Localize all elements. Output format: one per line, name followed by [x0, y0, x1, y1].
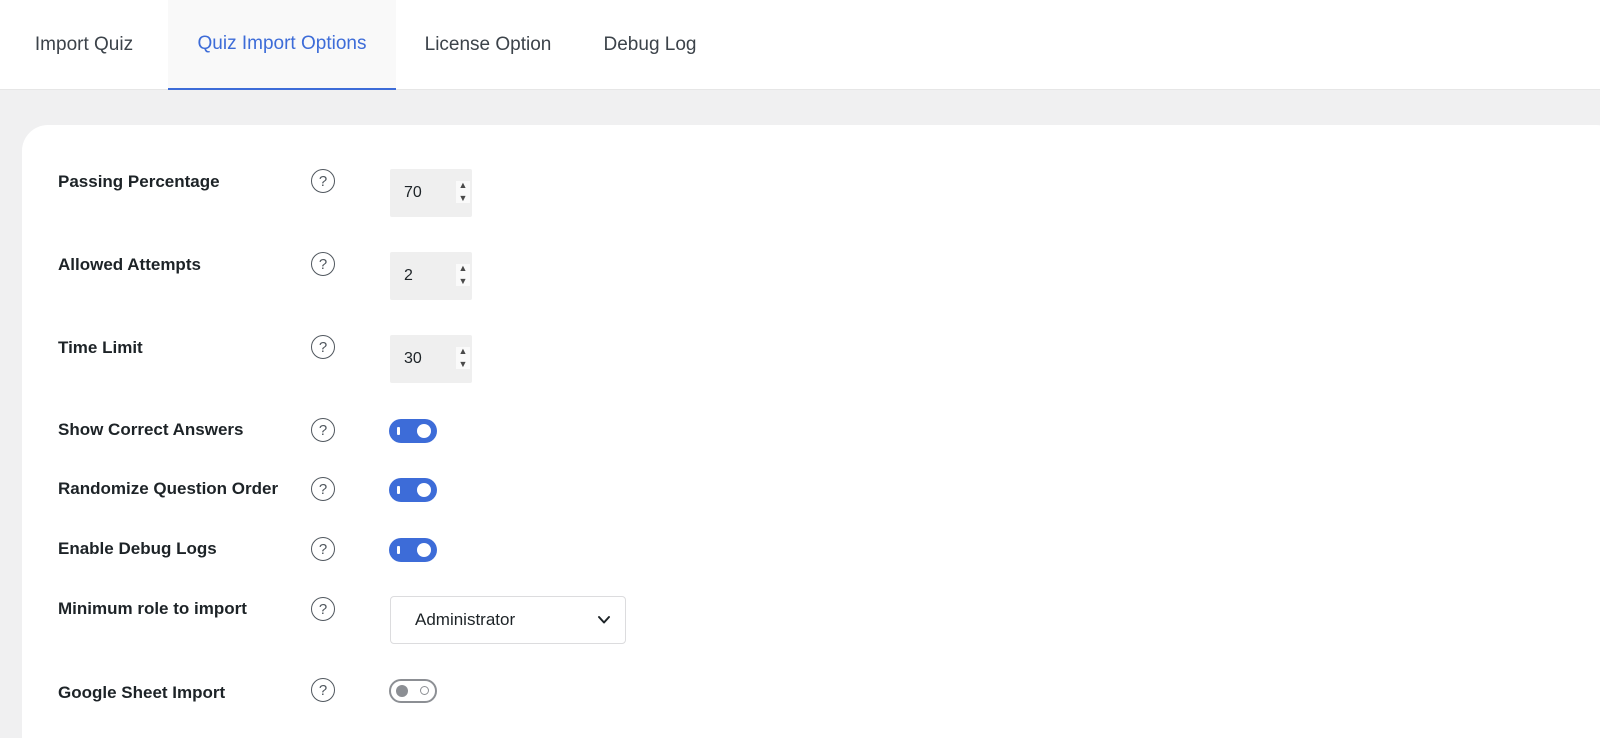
tab-license-option[interactable]: License Option: [396, 0, 580, 90]
google-sheet-import-label: Google Sheet Import: [58, 683, 226, 702]
randomize-question-order-toggle[interactable]: [389, 478, 437, 502]
google-sheet-import-toggle[interactable]: [389, 679, 437, 703]
spinner-arrows-icon[interactable]: ▲ ▼: [456, 181, 470, 203]
tab-label: Debug Log: [603, 34, 697, 55]
question-circle-icon[interactable]: ?: [311, 678, 335, 702]
enable-debug-logs-label: Enable Debug Logs: [58, 539, 217, 558]
allowed-attempts-value: 2: [404, 267, 413, 284]
spinner-arrows-icon[interactable]: ▲ ▼: [456, 264, 470, 286]
time-limit-label: Time Limit: [58, 338, 143, 357]
show-correct-answers-toggle[interactable]: [389, 419, 437, 443]
tab-label: License Option: [424, 34, 552, 55]
passing-percentage-input[interactable]: 70 ▲ ▼: [390, 169, 472, 217]
question-circle-icon[interactable]: ?: [311, 537, 335, 561]
minimum-role-label: Minimum role to import: [58, 599, 247, 618]
question-circle-icon[interactable]: ?: [311, 335, 335, 359]
tab-import-quiz[interactable]: Import Quiz: [0, 0, 168, 90]
time-limit-value: 30: [404, 350, 422, 367]
tab-label: Quiz Import Options: [197, 33, 367, 54]
passing-percentage-value: 70: [404, 184, 422, 201]
settings-panel: [22, 125, 1600, 738]
question-circle-icon[interactable]: ?: [311, 597, 335, 621]
minimum-role-select[interactable]: Administrator: [390, 596, 626, 644]
tab-debug-log[interactable]: Debug Log: [580, 0, 720, 90]
passing-percentage-label: Passing Percentage: [58, 172, 220, 191]
question-circle-icon[interactable]: ?: [311, 252, 335, 276]
enable-debug-logs-toggle[interactable]: [389, 538, 437, 562]
tab-label: Import Quiz: [34, 34, 134, 55]
question-circle-icon[interactable]: ?: [311, 169, 335, 193]
minimum-role-value: Administrator: [415, 610, 516, 629]
tab-bar: Import Quiz Quiz Import Options License …: [0, 0, 1600, 90]
allowed-attempts-input[interactable]: 2 ▲ ▼: [390, 252, 472, 300]
question-circle-icon[interactable]: ?: [311, 477, 335, 501]
allowed-attempts-label: Allowed Attempts: [58, 255, 201, 274]
tab-quiz-import-options[interactable]: Quiz Import Options: [168, 0, 396, 90]
show-correct-answers-label: Show Correct Answers: [58, 420, 244, 439]
time-limit-input[interactable]: 30 ▲ ▼: [390, 335, 472, 383]
question-circle-icon[interactable]: ?: [311, 418, 335, 442]
spinner-arrows-icon[interactable]: ▲ ▼: [456, 347, 470, 369]
randomize-question-order-label: Randomize Question Order: [58, 479, 279, 498]
chevron-down-icon: [598, 616, 610, 624]
